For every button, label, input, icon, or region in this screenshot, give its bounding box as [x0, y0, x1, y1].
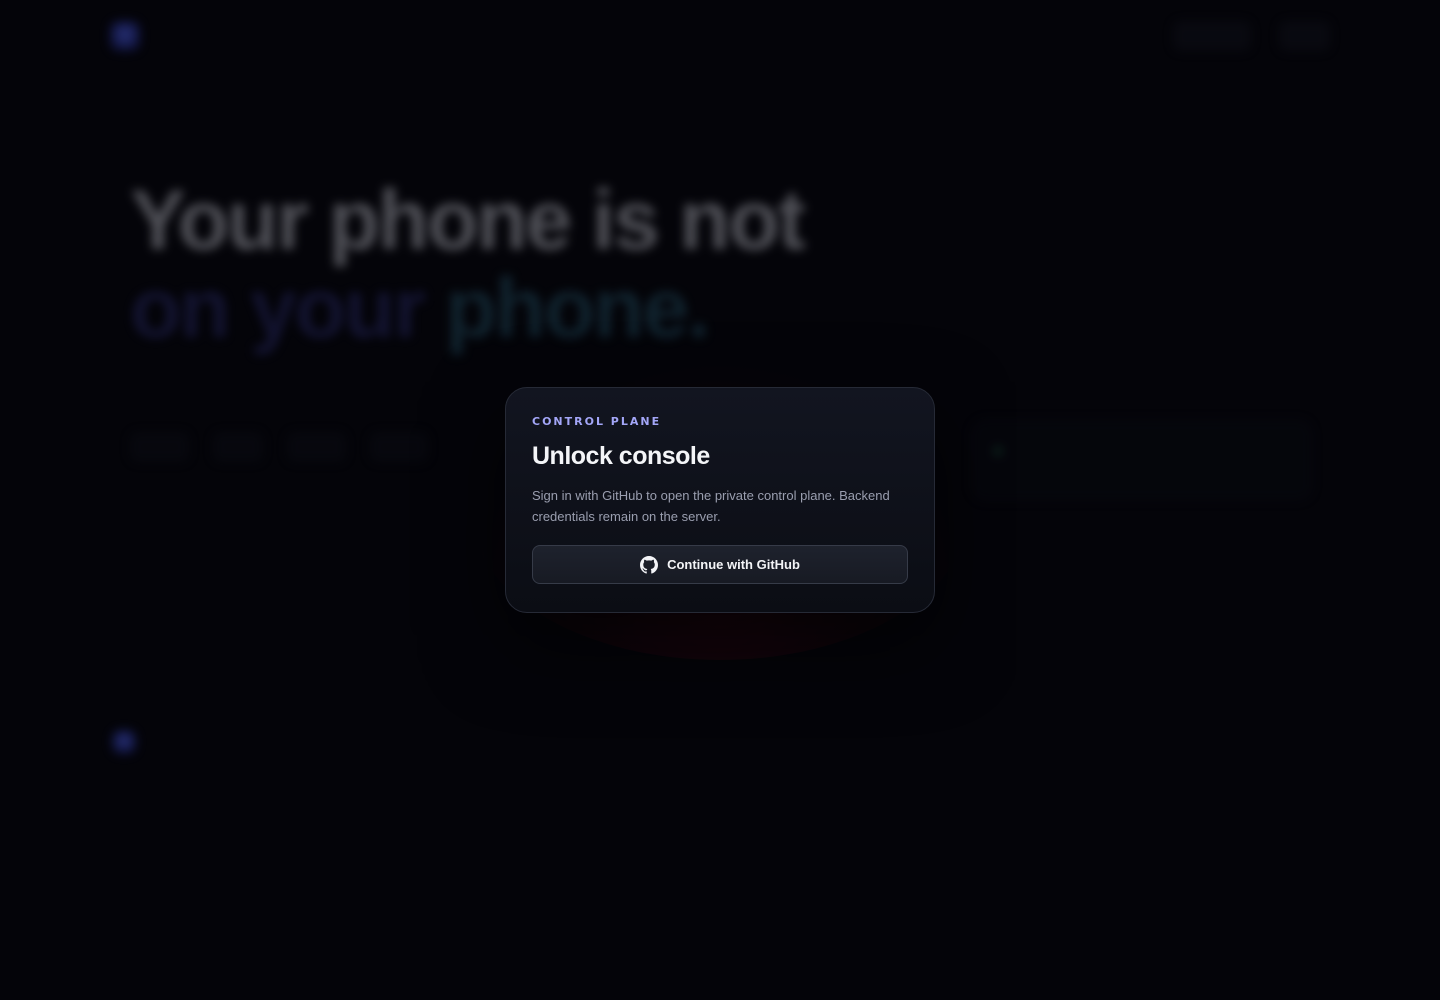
unlock-console-dialog: CONTROL PLANE Unlock console Sign in wit… [505, 387, 935, 613]
nav-links [310, 29, 469, 44]
footer-link [1240, 776, 1330, 789]
hero-chip [287, 432, 346, 462]
dialog-title: Unlock console [532, 442, 710, 470]
github-icon [640, 555, 659, 574]
hero-headline-line1: Your phone is not [130, 173, 806, 267]
status-card [972, 420, 1312, 500]
dialog-description: Sign in with GitHub to open the private … [532, 488, 890, 524]
continue-with-github-button[interactable]: Continue with GitHub [532, 545, 908, 584]
page: Your phone is not on your phone. CONTROL… [0, 0, 1440, 1000]
hero-chip [212, 432, 264, 462]
hero-chip [369, 432, 429, 462]
footer-link [920, 801, 1010, 814]
footer-link [920, 776, 1010, 789]
nav-link [310, 29, 343, 44]
footer-logo-icon [112, 730, 136, 754]
status-card-title [1022, 445, 1026, 460]
footer-link [1240, 751, 1330, 764]
footer-link [920, 751, 1010, 764]
dialog-eyebrow: CONTROL PLANE [532, 415, 662, 428]
footer-column-heading [1080, 724, 1170, 737]
footer-brand [112, 724, 153, 763]
footer-column-heading [1240, 724, 1330, 737]
footer-column [1080, 724, 1170, 826]
footer-column [1240, 724, 1330, 826]
logo-icon [110, 21, 140, 51]
hero-eyebrow [130, 140, 850, 154]
footer-brand-text [148, 724, 153, 763]
footer-brand-name [148, 724, 153, 742]
footer-link [1080, 801, 1170, 814]
nav-link [444, 29, 469, 44]
footer-link [1240, 801, 1330, 814]
nav-status [1115, 29, 1146, 43]
hero-headline-line2: on your phone. [130, 264, 850, 352]
continue-with-github-label: Continue with GitHub [667, 557, 800, 572]
status-card-subtitle [1027, 470, 1291, 483]
nav-pill-button [1278, 21, 1330, 51]
hero-chip [130, 432, 189, 462]
footer-columns [920, 724, 1330, 826]
hero-headline-accent: phone. [445, 261, 710, 355]
nav-link [377, 29, 410, 44]
footer-copyright [112, 892, 116, 906]
hero-headline-line2-text: on your [130, 261, 426, 355]
top-nav [110, 16, 1330, 56]
footer-column-heading [920, 724, 1010, 737]
hero-headline: Your phone is not on your phone. [130, 176, 850, 352]
footer-link [1080, 751, 1170, 764]
status-dot-icon [993, 446, 1003, 456]
footer-brand-tagline [148, 750, 153, 763]
nav-actions [1115, 21, 1330, 51]
footer-column [920, 724, 1010, 826]
nav-pill-button [1173, 21, 1251, 51]
footer-link [1080, 776, 1170, 789]
